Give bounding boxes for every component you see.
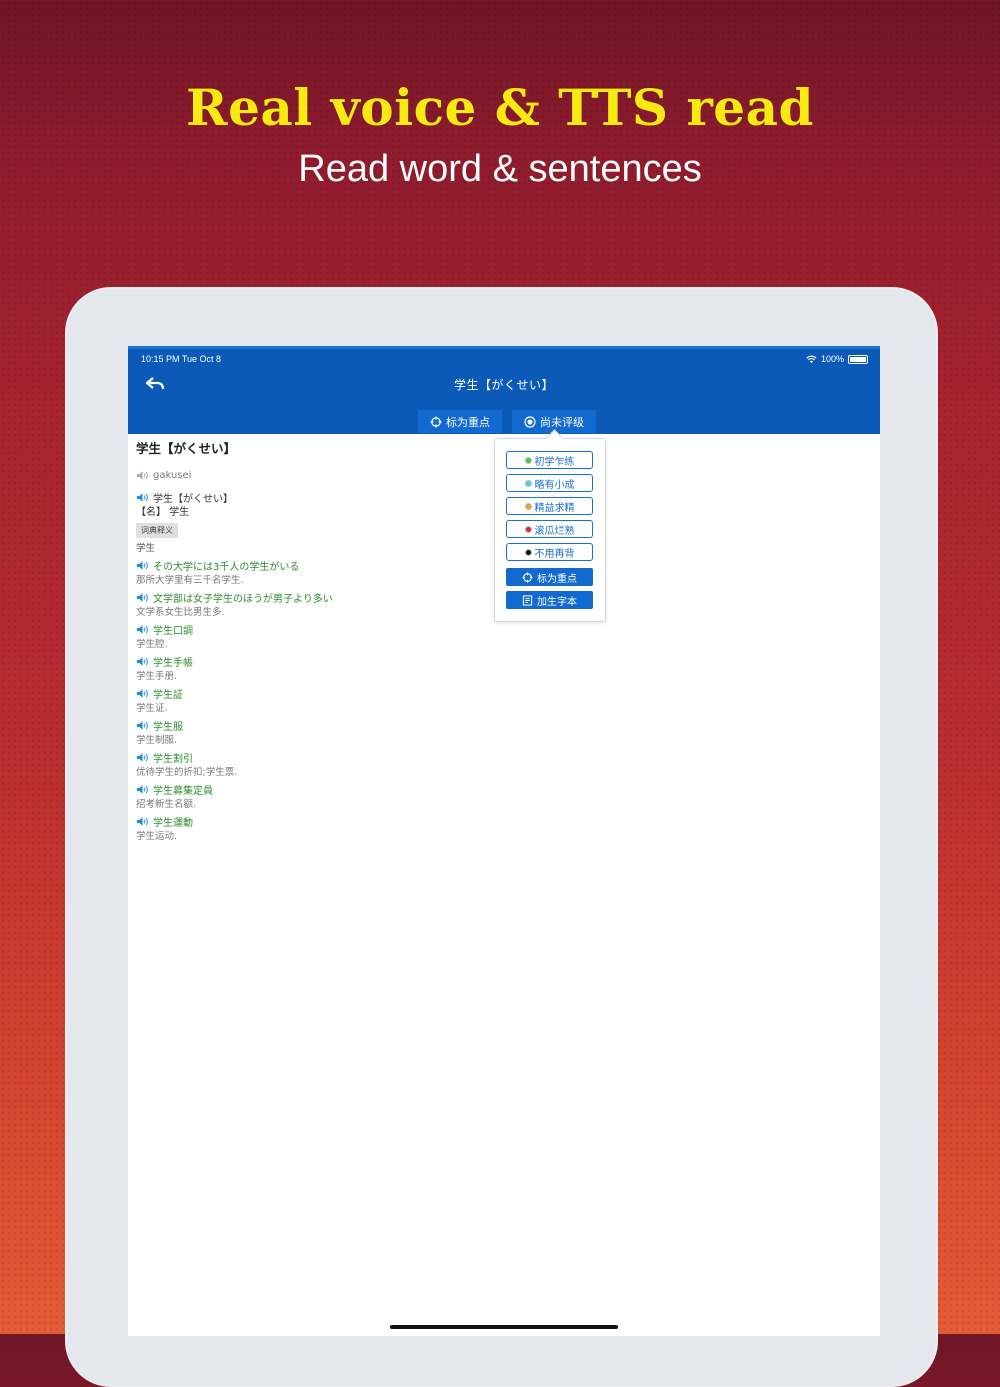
example-japanese: 学生証 [153,689,183,701]
rating-level-label: 不用再背 [534,548,575,560]
crosshair-icon [430,416,442,427]
example-japanese: その大学には3千人の学生がいる [153,561,300,573]
example-japanese: 学生手帳 [153,657,193,669]
speaker-icon[interactable] [136,592,150,603]
meaning-text: 学生 [136,543,156,554]
radio-icon [524,415,536,428]
add-to-wordbook-label: 加生字本 [537,596,577,608]
status-bar: 10:15 PM Tue Oct 8 100% [128,354,880,368]
mark-important-button[interactable]: 标为重点 [506,568,593,586]
rating-level-button[interactable]: 不用再背 [506,543,593,561]
rating-level-label: 精益求精 [534,502,575,514]
marketing-subline: Read word & sentences [298,148,702,190]
example-translation: 优待学生的折扣;学生票. [136,767,238,778]
speaker-icon[interactable] [136,470,150,481]
example-row: 学生募集定員 [136,781,556,797]
example-japanese: 学生募集定員 [153,785,213,797]
status-right: 100% [806,354,868,364]
speaker-icon[interactable] [136,784,150,795]
mark-important-tab[interactable]: 标为重点 [418,410,502,433]
example-japanese: 学生運動 [153,817,193,829]
example-translation: 学生手册. [136,671,178,682]
rating-level-button[interactable]: 略有小成 [506,474,593,492]
example-row: 学生割引 [136,749,556,765]
example-japanese: 文学部は女子学生のほうが男子より多い [153,593,333,605]
headword-text: 学生【がくせい】 [153,493,233,505]
level-dot-icon [524,502,532,510]
crosshair-icon [522,571,533,583]
notebook-icon [522,594,533,606]
example-row: 学生服 [136,717,556,733]
speaker-icon[interactable] [136,720,150,731]
speaker-icon[interactable] [136,492,150,503]
marketing-headline: Real voice & TTS read [186,78,814,137]
entry-title: 学生【がくせい】 [136,441,237,456]
battery-icon [848,354,868,364]
navigation-bar: 10:15 PM Tue Oct 8 100% 学生【がくせい】 标为重点 尚未… [128,346,880,434]
example-row: 文学部は女子学生のほうが男子より多い [136,589,556,605]
not-rated-label: 尚未评级 [540,415,584,429]
example-japanese: 学生口調 [153,625,193,637]
example-translation: 学生制服. [136,735,178,746]
wifi-icon [806,355,817,363]
example-japanese: 学生服 [153,721,183,733]
mark-important-button-label: 标为重点 [537,573,577,585]
dictionary-tag: 词典释义 [136,523,178,538]
romaji-row: gakusei [136,467,556,483]
speaker-icon[interactable] [136,816,150,827]
speaker-icon[interactable] [136,656,150,667]
status-time: 10:15 PM Tue Oct 8 [141,354,222,364]
example-translation: 招考新生名额. [136,799,197,810]
speaker-icon[interactable] [136,624,150,635]
example-row: 学生手帳 [136,653,556,669]
headword-row: 学生【がくせい】 [136,489,556,505]
example-translation: 学生运动. [136,831,178,842]
level-dot-icon [524,479,532,487]
example-row: その大学には3千人の学生がいる [136,557,556,573]
example-row: 学生運動 [136,813,556,829]
example-row: 学生証 [136,685,556,701]
romaji-text: gakusei [153,469,192,481]
app-screen: 10:15 PM Tue Oct 8 100% 学生【がくせい】 标为重点 尚未… [128,346,880,1336]
nav-title: 学生【がくせい】 [453,378,554,392]
speaker-icon[interactable] [136,560,150,571]
rating-level-button[interactable]: 滚瓜烂熟 [506,520,593,538]
example-translation: 那所大学里有三千名学生. [136,575,244,586]
level-dot-icon [524,548,532,556]
tab-bar: 标为重点 尚未评级 [418,410,596,433]
battery-percent: 100% [820,354,844,364]
rating-level-label: 略有小成 [534,479,575,491]
level-dot-icon [524,525,532,533]
rating-level-label: 初学乍练 [534,456,575,468]
example-list: その大学には3千人の学生がいる那所大学里有三千名学生. 文学部は女子学生のほうが男… [136,557,556,845]
part-of-speech: 【名】 学生 [136,507,190,518]
rating-popup: 初学乍练略有小成精益求精滚瓜烂熟不用再背 标为重点 加生字本 [494,429,606,622]
speaker-icon[interactable] [136,752,150,763]
example-japanese: 学生割引 [153,753,193,765]
dictionary-entry: 学生【がくせい】 gakusei 学生【がくせい】 【名】 学生 词典释义 学生… [136,438,556,845]
example-translation: 学生证. [136,703,168,714]
example-translation: 学生腔. [136,639,168,650]
rating-level-button[interactable]: 精益求精 [506,497,593,515]
speaker-icon[interactable] [136,688,150,699]
level-dot-icon [524,456,532,464]
example-row: 学生口調 [136,621,556,637]
rating-level-label: 滚瓜烂熟 [534,525,575,537]
add-to-wordbook-button[interactable]: 加生字本 [506,591,593,609]
home-indicator [390,1325,618,1329]
mark-important-label: 标为重点 [446,415,490,429]
rating-level-button[interactable]: 初学乍练 [506,451,593,469]
example-translation: 文学系女生比男生多. [136,607,225,618]
